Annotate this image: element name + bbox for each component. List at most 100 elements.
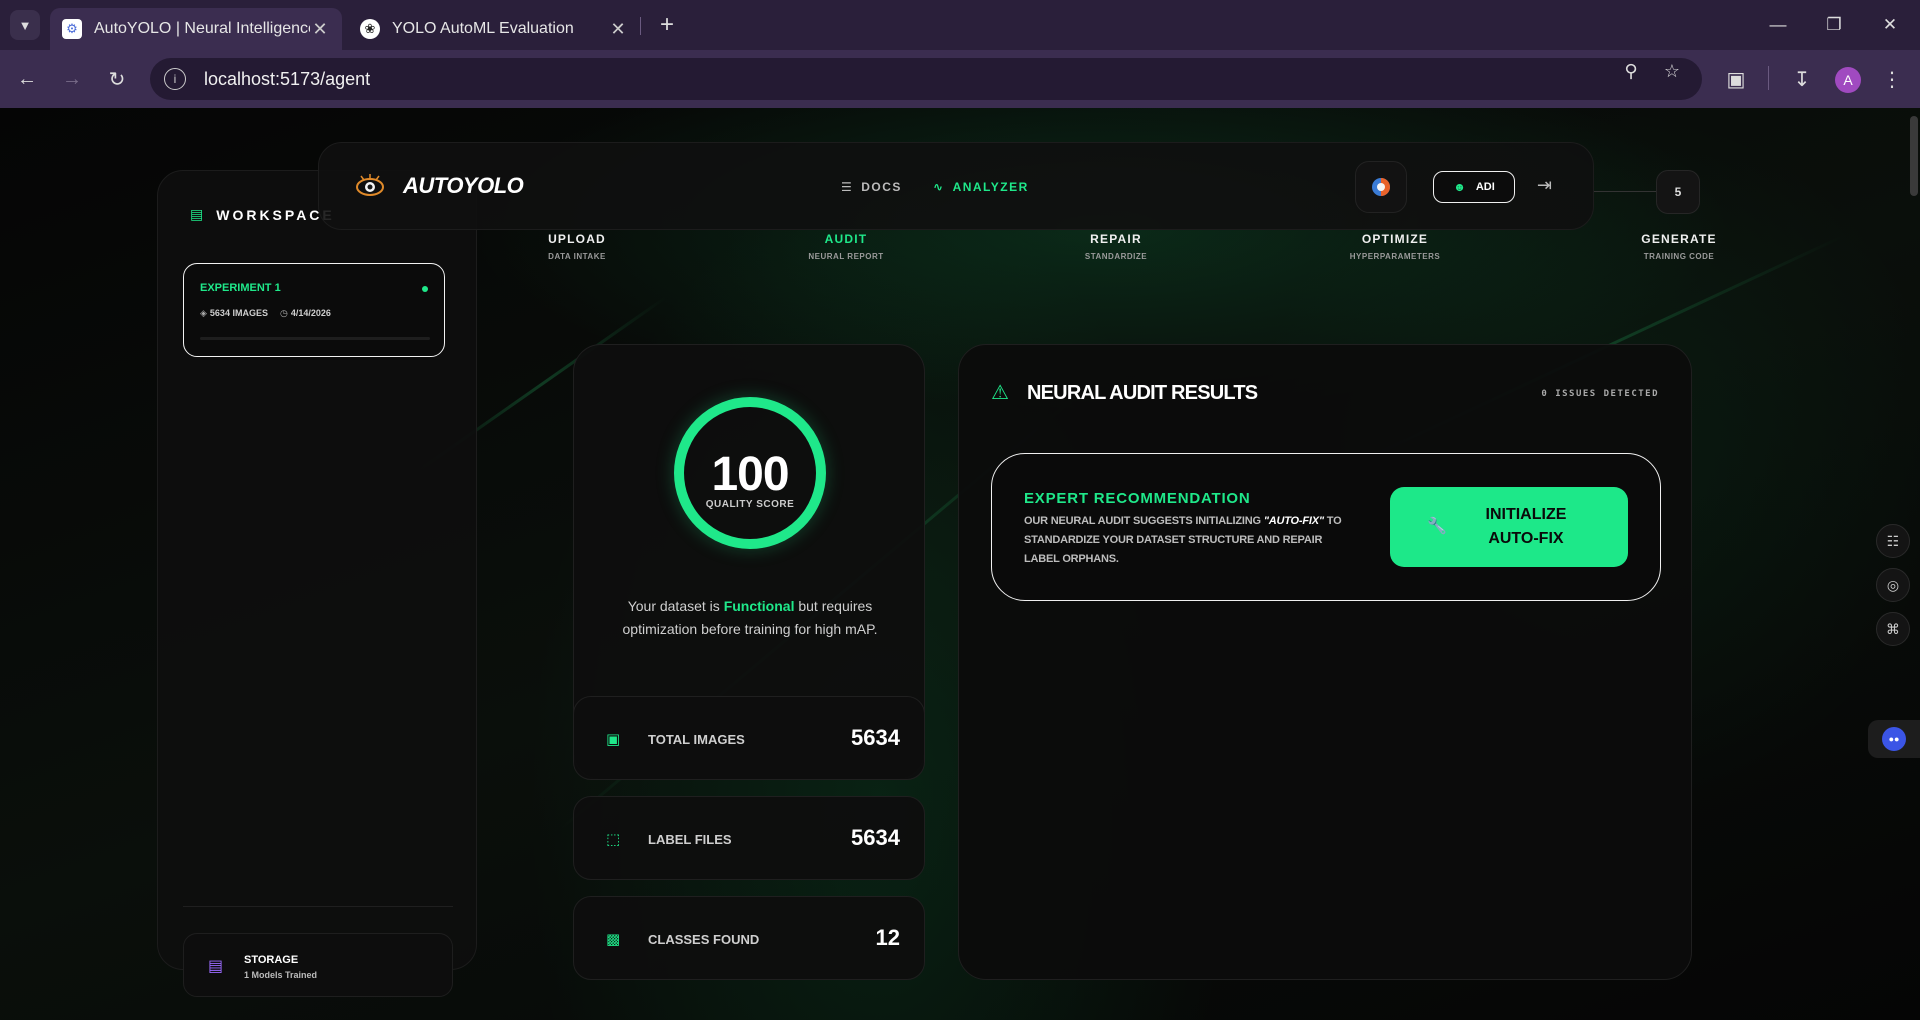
step-upload[interactable]: UPLOAD DATA INTAKE: [497, 232, 657, 261]
workspace-sidebar: ▤ WORKSPACE EXPERIMENT 1 ◈ 5634 IMAGES ◷ 4…: [157, 170, 477, 997]
experiment-card[interactable]: EXPERIMENT 1 ◈ 5634 IMAGES ◷ 4/14/2026: [183, 263, 445, 357]
step-repair[interactable]: REPAIR STANDARDIZE: [1036, 232, 1196, 261]
quality-score-ring: 100 QUALITY SCORE: [674, 397, 826, 549]
experiment-name: EXPERIMENT 1: [200, 282, 281, 294]
zoom-magnifier-icon[interactable]: ⚲: [1620, 60, 1642, 82]
step-label: REPAIR: [1090, 232, 1142, 246]
tab-search-chevron-icon[interactable]: ▼: [10, 10, 40, 40]
close-tab-icon[interactable]: ✕: [310, 19, 330, 40]
stat-label: TOTAL IMAGES: [648, 732, 745, 747]
quality-score-value: 100: [711, 448, 789, 501]
tab-yolo-evaluation[interactable]: ❀ YOLO AutoML Evaluation ✕: [348, 8, 640, 50]
browser-address-bar: ← → ↻ i localhost:5173/agent ⚲ ☆ ▣ ↧ A ⋮: [0, 50, 1920, 108]
step-sublabel: DATA INTAKE: [548, 252, 606, 261]
experiment-meta: ◈ 5634 IMAGES ◷ 4/14/2026: [200, 308, 331, 319]
workspace-title-text: WORKSPACE: [216, 206, 335, 223]
database-icon: ▤: [190, 206, 207, 222]
restore-icon[interactable]: ❐: [1814, 8, 1854, 42]
audit-title: NEURAL AUDIT RESULTS: [1027, 382, 1258, 404]
experiment-status-dot: [422, 286, 428, 292]
theme-palette-icon: [1372, 178, 1390, 196]
auto-fix-button-label: INITIALIZE AUTO-FIX: [1485, 506, 1567, 547]
stepper-step-number[interactable]: 5: [1656, 170, 1700, 214]
broadcast-icon[interactable]: ◎: [1876, 568, 1910, 602]
step-sublabel: STANDARDIZE: [1084, 252, 1148, 261]
nav-analyzer[interactable]: ∿ ANALYZER: [933, 180, 1029, 194]
autoyolo-eye-logo-icon: [356, 174, 384, 196]
tab-autoyolo[interactable]: ⚙ AutoYOLO | Neural Intelligence ✕: [50, 8, 342, 50]
storage-title: STORAGE: [244, 954, 299, 966]
nav-docs-label: DOCS: [861, 180, 902, 194]
quality-score-description: Your dataset is Functional but requires …: [594, 595, 906, 641]
scrollbar-thumb[interactable]: [1910, 116, 1918, 196]
tab-label: YOLO AutoML Evaluation: [392, 20, 574, 37]
recommendation-emphasis: "AUTO-FIX": [1263, 515, 1324, 527]
step-optimize[interactable]: OPTIMIZE HYPERPARAMETERS: [1315, 232, 1475, 261]
step-sublabel: NEURAL REPORT: [808, 252, 884, 261]
tab-separator: [640, 17, 641, 35]
user-profile-button[interactable]: ☻ ADI: [1433, 171, 1515, 203]
sidebar-divider: [183, 906, 453, 907]
site-info-icon[interactable]: i: [164, 68, 186, 90]
url-omnibox[interactable]: i localhost:5173/agent: [150, 58, 1702, 100]
browser-tab-bar: ▼ ⚙ AutoYOLO | Neural Intelligence ✕ ❀ Y…: [0, 0, 1920, 50]
experiment-images: 5634 IMAGES: [209, 308, 268, 318]
bar-chart-icon: ▩: [606, 931, 621, 948]
reload-icon[interactable]: ↻: [102, 64, 132, 94]
step-generate[interactable]: GENERATE TRAINING CODE: [1599, 232, 1759, 261]
book-open-icon[interactable]: ☷: [1876, 524, 1910, 558]
step-label: OPTIMIZE: [1361, 232, 1429, 246]
stepper-connector: [1594, 191, 1656, 192]
apps-grid-icon[interactable]: ⌘: [1876, 612, 1910, 646]
layers-icon: ◈: [200, 308, 207, 318]
step-audit[interactable]: AUDIT NEURAL REPORT: [766, 232, 926, 261]
url-text[interactable]: localhost:5173/agent: [204, 69, 370, 90]
stat-classes-found: ▩ CLASSES FOUND 12: [573, 896, 925, 980]
top-navigation: AUTOYOLO ☰ DOCS ∿ ANALYZER ☻ ADI ⇥: [318, 142, 1594, 230]
forward-arrow-icon[interactable]: →: [57, 64, 87, 94]
new-tab-plus-icon[interactable]: +: [652, 10, 682, 40]
storage-card[interactable]: ▤ STORAGE 1 Models Trained: [183, 933, 453, 997]
app-page: ▤ WORKSPACE EXPERIMENT 1 ◈ 5634 IMAGES ◷ 4…: [0, 108, 1920, 1020]
neural-audit-card: ⚠ NEURAL AUDIT RESULTS 0 ISSUES DETECTED…: [958, 344, 1692, 980]
score-text-highlight: Functional: [723, 598, 795, 614]
database-storage-icon: ▤: [208, 958, 224, 975]
stat-total-images: ▣ TOTAL IMAGES 5634: [573, 696, 925, 780]
issues-count: 0 ISSUES DETECTED: [1541, 389, 1659, 399]
minimize-icon[interactable]: —: [1758, 8, 1798, 42]
downloads-icon[interactable]: ↧: [1787, 64, 1817, 94]
layers-stack-icon: ☰: [841, 180, 854, 194]
browser-menu-dots-icon[interactable]: ⋮: [1877, 64, 1907, 94]
back-arrow-icon[interactable]: ←: [12, 64, 42, 94]
tab-label: AutoYOLO | Neural Intelligence: [94, 20, 310, 37]
nav-docs[interactable]: ☰ DOCS: [841, 180, 902, 194]
stat-label: CLASSES FOUND: [648, 932, 760, 947]
user-icon: ☻: [1453, 180, 1466, 194]
stat-value: 12: [875, 925, 900, 950]
step-label: GENERATE: [1641, 232, 1717, 246]
stat-label-files: ⬚ LABEL FILES 5634: [573, 796, 925, 880]
extensions-puzzle-icon[interactable]: ▣: [1721, 64, 1751, 94]
profile-avatar[interactable]: A: [1835, 67, 1861, 93]
experiment-progress-track: [200, 337, 430, 340]
storage-subtitle: 1 Models Trained: [244, 970, 318, 980]
close-window-icon[interactable]: ✕: [1870, 8, 1910, 42]
experiment-date: 4/14/2026: [290, 308, 331, 318]
bookmark-star-icon[interactable]: ☆: [1661, 60, 1683, 82]
recommendation-text: OUR NEURAL AUDIT SUGGESTS INITIALIZING "…: [1024, 512, 1359, 569]
workspace-title: ▤ WORKSPACE: [190, 206, 335, 223]
pulse-activity-icon: ∿: [933, 180, 945, 194]
user-name: ADI: [1475, 181, 1495, 193]
step-label: AUDIT: [824, 232, 868, 246]
nav-analyzer-label: ANALYZER: [952, 180, 1029, 194]
bot-face-icon: ●●: [1882, 727, 1906, 751]
theme-toggle-button[interactable]: [1355, 161, 1407, 213]
stat-label: LABEL FILES: [648, 832, 732, 847]
image-icon: ▣: [606, 731, 621, 748]
expert-recommendation-panel: EXPERT RECOMMENDATION OUR NEURAL AUDIT S…: [991, 453, 1661, 601]
logout-icon[interactable]: ⇥: [1537, 175, 1552, 196]
close-tab-icon[interactable]: ✕: [608, 19, 628, 40]
app-logo-text[interactable]: AUTOYOLO: [403, 173, 524, 199]
initialize-auto-fix-button[interactable]: 🔧 INITIALIZE AUTO-FIX: [1390, 487, 1628, 567]
page-scrollbar[interactable]: [1908, 108, 1920, 1020]
